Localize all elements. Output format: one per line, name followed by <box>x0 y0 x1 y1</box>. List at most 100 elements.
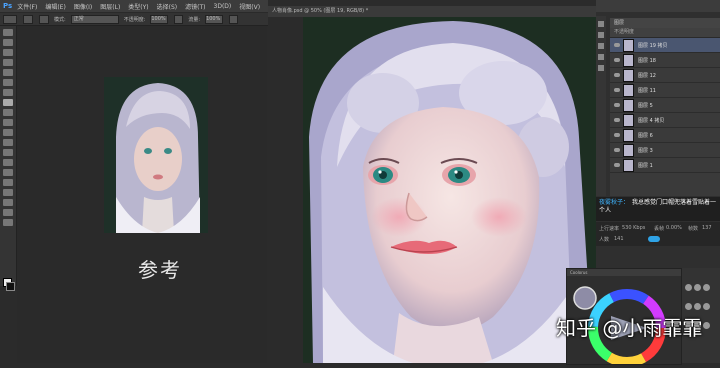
brush-preset-icon[interactable] <box>685 284 692 291</box>
layer-row[interactable]: 图层 1 <box>610 158 720 173</box>
history-panel-icon[interactable] <box>598 21 604 27</box>
blur-tool-icon[interactable] <box>3 149 13 156</box>
layer-row[interactable]: 图层 12 <box>610 68 720 83</box>
layers-panel-tab[interactable]: 图层 <box>610 18 720 28</box>
mode-label: 模式: <box>54 16 66 23</box>
crop-tool-icon[interactable] <box>3 69 13 76</box>
quick-select-tool-icon[interactable] <box>3 59 13 66</box>
layer-name: 图层 4 拷贝 <box>638 117 665 124</box>
menu-type[interactable]: 类型(Y) <box>128 2 148 11</box>
brush-preset-icon[interactable] <box>703 284 710 291</box>
brush-preset-picker[interactable] <box>3 14 17 24</box>
layer-name: 图层 3 <box>638 147 653 154</box>
mode-select[interactable]: 正常 <box>70 14 119 24</box>
fps-value: 137 <box>702 225 712 231</box>
marquee-tool-icon[interactable] <box>3 39 13 46</box>
brush-preset-icon[interactable] <box>703 303 710 310</box>
eraser-tool-icon[interactable] <box>3 129 13 136</box>
eye-icon[interactable] <box>614 148 620 152</box>
menu-select[interactable]: 选择(S) <box>157 2 178 11</box>
eye-icon[interactable] <box>614 58 620 62</box>
clone-stamp-tool-icon[interactable] <box>3 109 13 116</box>
stream-toggle[interactable] <box>648 236 660 242</box>
layer-name: 图层 18 <box>638 57 656 64</box>
menu-image[interactable]: 图像(I) <box>74 2 92 11</box>
layer-row[interactable]: 图层 4 拷贝 <box>610 113 720 128</box>
color-panel-title: Coolorus <box>567 269 681 276</box>
brush-preset-icon[interactable] <box>685 303 692 310</box>
layer-row[interactable]: 图层 19 拷贝 <box>610 38 720 53</box>
layer-thumbnail <box>623 38 634 52</box>
brush-tool-icon[interactable] <box>3 99 13 106</box>
layer-thumbnail <box>623 98 634 112</box>
upload-rate-label: 上行速率 <box>599 226 620 232</box>
eye-icon[interactable] <box>614 133 620 137</box>
lasso-tool-icon[interactable] <box>3 49 13 56</box>
layer-name: 图层 12 <box>638 72 656 79</box>
layer-name: 图层 19 拷贝 <box>638 42 668 49</box>
airbrush-icon[interactable] <box>229 14 239 24</box>
layer-row[interactable]: 图层 5 <box>610 98 720 113</box>
layer-row[interactable]: 图层 18 <box>610 53 720 68</box>
layer-row[interactable]: 图层 6 <box>610 128 720 143</box>
brush-size-picker[interactable] <box>23 14 33 24</box>
pressure-opacity-icon[interactable] <box>174 14 184 24</box>
swatches-panel-icon[interactable] <box>598 32 604 38</box>
layer-name: 图层 6 <box>638 132 653 139</box>
menu-edit[interactable]: 编辑(E) <box>45 2 65 11</box>
move-tool-icon[interactable] <box>3 29 13 36</box>
dodge-tool-icon[interactable] <box>3 159 13 166</box>
reference-label: 参考 <box>138 258 182 282</box>
layer-thumbnail <box>623 128 634 142</box>
eye-icon[interactable] <box>614 163 620 167</box>
layer-name: 图层 1 <box>638 162 653 169</box>
layers-opacity-label: 不透明度 <box>614 29 635 35</box>
brush-preset-icon[interactable] <box>694 284 701 291</box>
options-bar: 模式: 正常 不透明度: 100% 流量: 100% <box>0 12 268 26</box>
zhihu-watermark: 知乎 @小雨霏霏 <box>556 316 703 340</box>
pen-tool-icon[interactable] <box>3 169 13 176</box>
painting-canvas[interactable] <box>303 17 596 363</box>
background-color-swatch[interactable] <box>6 282 15 291</box>
eye-icon[interactable] <box>614 43 620 47</box>
menu-view[interactable]: 视图(V) <box>239 2 260 11</box>
menu-filter[interactable]: 滤镜(T) <box>185 2 205 11</box>
eye-icon[interactable] <box>614 73 620 77</box>
brush-preset-icon[interactable] <box>694 303 701 310</box>
viewers-value: 141 <box>614 236 624 242</box>
history-brush-tool-icon[interactable] <box>3 119 13 126</box>
brush-panel-toggle[interactable] <box>39 14 49 24</box>
menu-bar: Ps 文件(F) 编辑(E) 图像(I) 图层(L) 类型(Y) 选择(S) 滤… <box>0 0 268 12</box>
eye-icon[interactable] <box>614 118 620 122</box>
layer-thumbnail <box>623 113 634 127</box>
paths-panel-icon[interactable] <box>598 65 604 71</box>
flow-input[interactable]: 100% <box>205 14 224 24</box>
menu-layer[interactable]: 图层(L) <box>100 2 120 11</box>
menu-3d[interactable]: 3D(D) <box>214 3 232 10</box>
healing-tool-icon[interactable] <box>3 89 13 96</box>
menu-file[interactable]: 文件(F) <box>17 2 37 11</box>
layer-thumbnail <box>623 83 634 97</box>
brush-preset-icon[interactable] <box>703 322 710 329</box>
eyedropper-tool-icon[interactable] <box>3 79 13 86</box>
layer-thumbnail <box>623 158 634 172</box>
layer-thumbnail <box>623 68 634 82</box>
layer-row[interactable]: 图层 11 <box>610 83 720 98</box>
eye-icon[interactable] <box>614 88 620 92</box>
opacity-input[interactable]: 100% <box>150 14 169 24</box>
adjustments-panel-icon[interactable] <box>598 43 604 49</box>
eye-icon[interactable] <box>614 103 620 107</box>
stream-stats: 上行速率 530 Kbps 丢帧 0.00% 帧数 137 人数 141 <box>596 222 720 246</box>
document-tab[interactable]: 人物肖像.psd @ 50% (图层 19, RGB/8) * <box>268 6 596 17</box>
layers-opacity-row[interactable]: 不透明度 <box>610 28 720 38</box>
layer-row[interactable]: 图层 3 <box>610 143 720 158</box>
photoshop-logo: Ps <box>3 2 13 10</box>
shape-tool-icon[interactable] <box>3 199 13 206</box>
zoom-tool-icon[interactable] <box>3 219 13 226</box>
hand-tool-icon[interactable] <box>3 209 13 216</box>
gradient-tool-icon[interactable] <box>3 139 13 146</box>
path-select-tool-icon[interactable] <box>3 189 13 196</box>
panel-icon-strip <box>596 16 606 196</box>
type-tool-icon[interactable] <box>3 179 13 186</box>
channels-panel-icon[interactable] <box>598 54 604 60</box>
